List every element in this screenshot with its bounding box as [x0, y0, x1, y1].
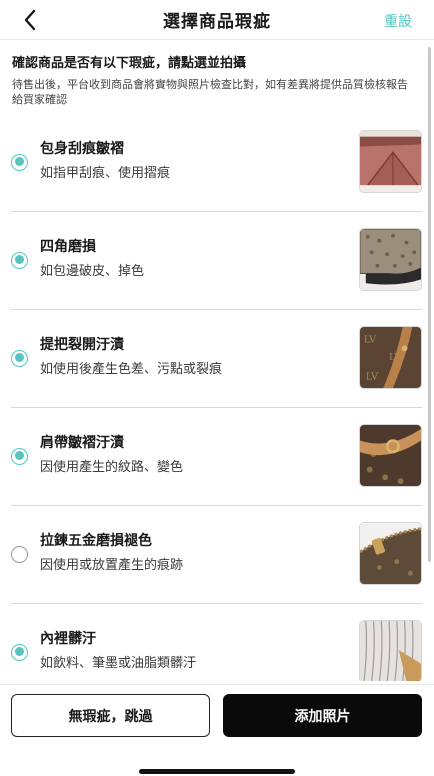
bottom-action-bar: 無瑕疵，跳過 添加照片	[0, 684, 434, 776]
defect-title: 拉鍊五金磨損褪色	[40, 533, 152, 549]
defect-radio-selected[interactable]	[11, 153, 28, 171]
example-photo[interactable]: LV LV LV	[359, 326, 422, 389]
home-indicator	[139, 769, 295, 774]
defect-title: 肩帶皺褶汙漬	[40, 435, 124, 451]
intro-section: 確認商品是否有以下瑕疵，請點選並拍攝 待售出後，平台收到商品會將實物與照片檢查比…	[0, 41, 434, 107]
defect-item-handle-cracks[interactable]: 提把裂開汙漬 如使用後產生色差、污點或裂痕 LV LV LV	[0, 309, 434, 407]
defect-title: 提把裂開汙漬	[40, 337, 124, 353]
intro-title: 確認商品是否有以下瑕疵，請點選並拍攝	[12, 56, 247, 71]
defect-radio[interactable]	[11, 545, 28, 563]
defect-radio-selected[interactable]	[11, 251, 28, 269]
defect-title: 四角磨損	[40, 239, 96, 255]
defect-title: 內裡髒汙	[40, 631, 96, 647]
example-photo[interactable]	[359, 228, 422, 291]
defect-subtitle: 如包邊破皮、掉色	[40, 264, 145, 279]
svg-text:LV: LV	[364, 334, 377, 345]
back-button[interactable]	[14, 4, 46, 36]
defect-item-corner-wear[interactable]: 四角磨損 如包邊破皮、掉色	[0, 211, 434, 309]
defect-subtitle: 如飲料、筆墨或油脂類髒汙	[40, 656, 197, 671]
defect-item-body-scratches[interactable]: 包身刮痕皺褶 如指甲刮痕、使用摺痕	[0, 113, 434, 211]
reset-button[interactable]: 重設	[384, 11, 412, 31]
defect-radio-selected[interactable]	[11, 447, 28, 465]
defect-subtitle: 因使用或放置產生的痕跡	[40, 558, 184, 573]
defect-item-strap-creases[interactable]: 肩帶皺褶汙漬 因使用產生的紋路、變色	[0, 407, 434, 505]
example-photo[interactable]	[359, 424, 422, 487]
page-title: 選擇商品瑕疵	[163, 12, 271, 32]
defect-item-lining-stains[interactable]: 內裡髒汙 如飲料、筆墨或油脂類髒汙	[0, 603, 434, 681]
example-photo[interactable]	[359, 130, 422, 193]
intro-description: 待售出後，平台收到商品會將實物與照片檢查比對，如有差異將提供品質檢核報告給買家確…	[12, 78, 408, 106]
top-bar: 選擇商品瑕疵 重設	[0, 0, 434, 40]
example-photo[interactable]	[359, 620, 422, 681]
add-photo-button[interactable]: 添加照片	[223, 694, 422, 737]
defect-subtitle: 如指甲刮痕、使用摺痕	[40, 166, 171, 181]
defect-item-zipper-hardware[interactable]: 拉鍊五金磨損褪色 因使用或放置產生的痕跡	[0, 505, 434, 603]
scrollbar[interactable]	[428, 47, 431, 562]
example-photo[interactable]	[359, 522, 422, 585]
defect-radio-selected[interactable]	[11, 349, 28, 367]
defect-title: 包身刮痕皺褶	[40, 141, 124, 157]
defect-list-container[interactable]: 確認商品是否有以下瑕疵，請點選並拍攝 待售出後，平台收到商品會將實物與照片檢查比…	[0, 41, 434, 681]
skip-no-defect-button[interactable]: 無瑕疵，跳過	[11, 694, 210, 737]
defect-subtitle: 因使用產生的紋路、變色	[40, 460, 184, 475]
defect-list: 包身刮痕皺褶 如指甲刮痕、使用摺痕 四角磨損 如包邊破皮、掉色 提把裂開汙漬 如…	[0, 113, 434, 681]
defect-radio-selected[interactable]	[11, 643, 28, 661]
defect-subtitle: 如使用後產生色差、污點或裂痕	[40, 362, 223, 377]
chevron-left-icon	[24, 9, 36, 31]
svg-text:LV: LV	[366, 371, 379, 382]
